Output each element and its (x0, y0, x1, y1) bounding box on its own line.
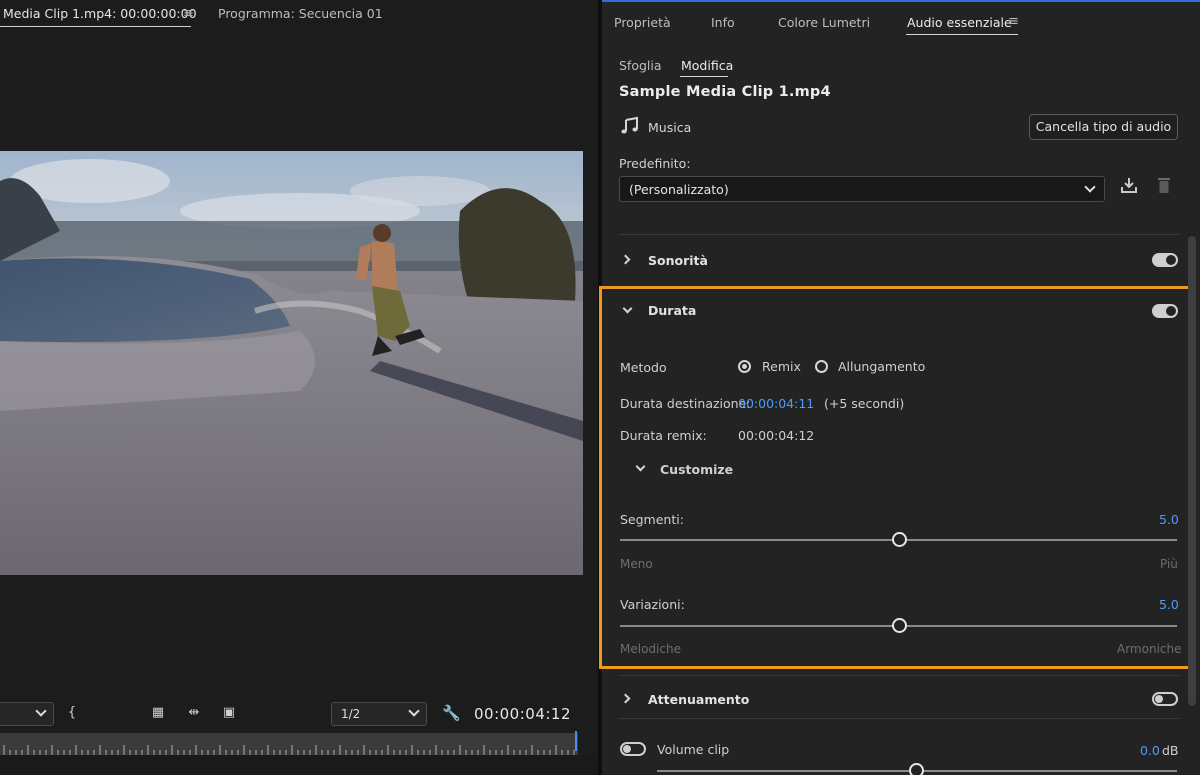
tab-lumetri-color[interactable]: Colore Lumetri (778, 15, 870, 30)
divider (619, 718, 1179, 719)
section-loudness-title[interactable]: Sonorità (648, 253, 708, 268)
tab-properties[interactable]: Proprietà (614, 15, 671, 30)
variations-min-label: Melodiche (620, 642, 681, 656)
target-duration-delta: (+5 secondi) (824, 396, 905, 411)
insert-icon[interactable]: ⇹ (186, 705, 202, 721)
preset-dropdown[interactable]: (Personalizzato) (619, 176, 1105, 202)
section-ducking-title[interactable]: Attenuamento (648, 692, 749, 707)
radio-remix-label[interactable]: Remix (762, 359, 801, 374)
program-monitor-tab[interactable]: Programma: Secuencia 01 (218, 6, 383, 21)
resolution-dropdown[interactable]: 1/2 (331, 702, 427, 726)
timeline-ruler[interactable] (0, 733, 578, 755)
film-icon[interactable]: ▦ (150, 705, 166, 721)
clip-volume-unit: dB (1162, 743, 1179, 758)
wrench-icon[interactable]: 🔧 (442, 705, 461, 721)
source-monitor-tab[interactable]: Media Clip 1.mp4: 00:00:00:00 (3, 6, 197, 21)
variations-max-label: Armoniche (1117, 642, 1182, 656)
export-frame-icon[interactable]: ▣ (221, 705, 237, 721)
playhead[interactable] (575, 731, 577, 751)
target-duration-label: Durata destinazione: (620, 396, 751, 411)
save-preset-icon[interactable] (1120, 176, 1138, 194)
radio-stretch[interactable] (815, 360, 828, 373)
ruler-ticks (3, 745, 575, 755)
source-monitor: Media Clip 1.mp4: 00:00:00:00 ≡ Programm… (0, 0, 598, 775)
divider (619, 675, 1179, 676)
radio-stretch-label[interactable]: Allungamento (838, 359, 925, 374)
panel-menu-icon[interactable]: ≡ (183, 6, 194, 21)
remix-duration-value: 00:00:04:12 (738, 428, 815, 443)
tab-info[interactable]: Info (711, 15, 735, 30)
clip-name: Sample Media Clip 1.mp4 (619, 84, 831, 100)
duration-toggle[interactable] (1152, 304, 1178, 318)
radio-remix[interactable] (738, 360, 751, 373)
panel-scrollbar[interactable] (1188, 236, 1196, 706)
variations-label: Variazioni: (620, 597, 685, 612)
variations-value[interactable]: 5.0 (1159, 597, 1179, 612)
segments-value[interactable]: 5.0 (1159, 512, 1179, 527)
target-duration-value[interactable]: 00:00:04:11 (738, 396, 814, 411)
tab-essential-sound[interactable]: Audio essenziale (907, 15, 1012, 30)
video-frame (0, 151, 583, 575)
segments-label: Segmenti: (620, 512, 684, 527)
segments-max-label: Più (1160, 557, 1178, 571)
music-note-icon (621, 116, 638, 134)
subtab-edit[interactable]: Modifica (681, 58, 733, 73)
preset-label: Predefinito: (619, 156, 691, 171)
audio-type-label: Musica (648, 120, 692, 135)
ducking-toggle[interactable] (1152, 692, 1178, 706)
method-label: Metodo (620, 360, 667, 375)
remix-duration-label: Durata remix: (620, 428, 707, 443)
bottom-strip (0, 755, 598, 775)
resolution-value: 1/2 (341, 707, 361, 721)
segments-min-label: Meno (620, 557, 653, 571)
clip-volume-slider-thumb[interactable] (909, 763, 924, 775)
panel-menu-icon[interactable]: ≡ (1008, 14, 1019, 29)
variations-slider-thumb[interactable] (891, 618, 907, 633)
loudness-toggle[interactable] (1152, 253, 1178, 267)
active-tab-underline (0, 26, 191, 27)
clip-volume-label: Volume clip (657, 742, 730, 757)
segments-slider-thumb[interactable] (891, 532, 907, 547)
active-tab-underline (906, 34, 1018, 35)
divider (619, 234, 1179, 235)
video-preview (0, 151, 583, 575)
expand-caret-icon[interactable] (620, 693, 631, 704)
focus-indicator (602, 0, 1200, 2)
subtab-browse[interactable]: Sfoglia (619, 58, 662, 73)
essential-sound-panel: Proprietà Info Colore Lumetri Audio esse… (599, 0, 1200, 775)
customize-label[interactable]: Customize (660, 462, 733, 477)
duration-section-highlight (599, 286, 1193, 669)
section-duration-title[interactable]: Durata (648, 303, 696, 318)
expand-caret-icon[interactable] (620, 254, 631, 265)
zoom-dropdown[interactable] (0, 702, 54, 726)
clip-volume-value[interactable]: 0.0 (1140, 743, 1160, 758)
preset-value: (Personalizzato) (629, 182, 729, 197)
active-subtab-underline (680, 76, 728, 77)
trash-icon[interactable] (1157, 176, 1171, 194)
clip-volume-toggle[interactable] (620, 742, 646, 756)
timecode-display[interactable]: 00:00:04:12 (474, 705, 571, 723)
mark-in-icon[interactable]: { (64, 705, 80, 721)
chevron-down-icon (408, 705, 420, 717)
clear-audio-type-button[interactable]: Cancella tipo di audio (1029, 114, 1178, 140)
chevron-down-icon (1084, 181, 1096, 193)
chevron-down-icon (35, 705, 47, 717)
